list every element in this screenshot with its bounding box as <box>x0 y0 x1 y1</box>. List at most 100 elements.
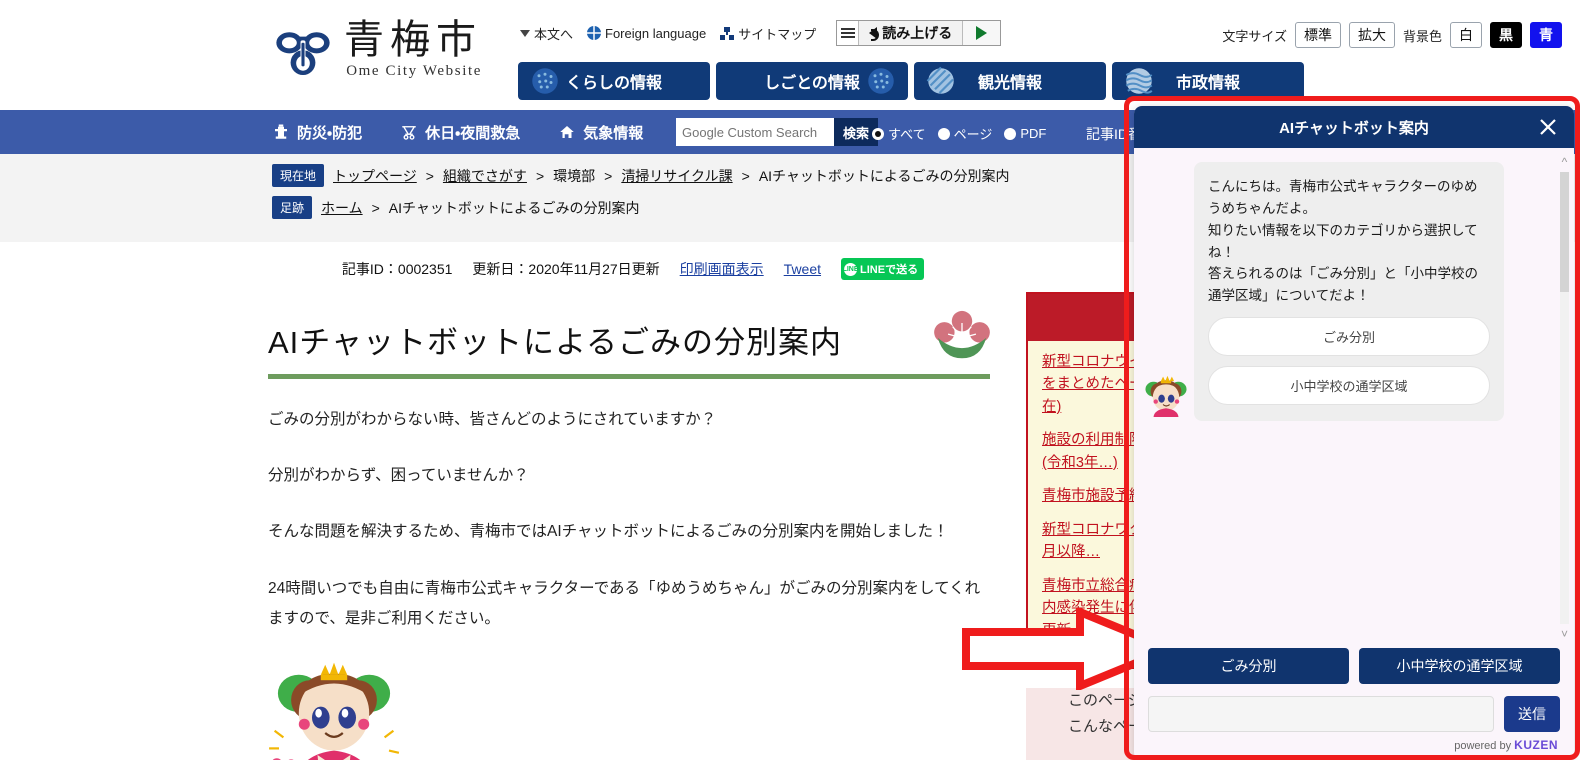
chatbot-text-input[interactable] <box>1148 696 1494 732</box>
site-header: 青梅市 Ome City Website 本文へ Foreign languag… <box>0 0 1580 110</box>
search-scope-all[interactable]: すべて <box>872 124 926 143</box>
chatbot-message-text: こんにちは。青梅市公式キャラクターのゆめうめちゃんだよ。 知りたい情報を以下のカ… <box>1208 179 1478 304</box>
logo-japanese: 青梅市 <box>344 16 482 62</box>
action-button-tsugaku[interactable]: 小中学校の通学区域 <box>1359 648 1560 684</box>
text-size-label: 文字サイズ <box>1222 28 1287 44</box>
site-search: 検索 <box>676 118 879 146</box>
page-root: 青梅市 Ome City Website 本文へ Foreign languag… <box>0 0 1580 760</box>
breadcrumb-link-top[interactable]: トップページ <box>333 166 417 186</box>
article-id: 記事ID：0002351 <box>341 261 453 277</box>
tweet-link[interactable]: Tweet <box>784 261 821 277</box>
speaker-icon <box>869 27 880 41</box>
bg-color-white-button[interactable]: 白 <box>1450 22 1482 48</box>
search-input[interactable] <box>676 118 834 146</box>
read-aloud-widget[interactable]: 読み上げる <box>836 20 1002 46</box>
waves-icon <box>1125 68 1153 94</box>
quick-reply-gomi[interactable]: ごみ分別 <box>1208 317 1490 357</box>
chatbot-bubble: こんにちは。青梅市公式キャラクターのゆめうめちゃんだよ。 知りたい情報を以下のカ… <box>1194 162 1504 422</box>
article-paragraph-2: 分別がわからず、困っていませんか？ <box>268 467 529 485</box>
plum-blossom-icon <box>934 310 990 359</box>
search-scope-page[interactable]: ページ <box>937 124 993 143</box>
bg-color-blue-button[interactable]: 青 <box>1530 22 1562 48</box>
site-logo[interactable]: 青梅市 Ome City Website <box>272 18 482 80</box>
sitemap-link[interactable]: サイトマップ <box>720 24 816 43</box>
global-nav-shisei[interactable]: 市政情報 <box>1112 62 1304 100</box>
sitemap-label: サイトマップ <box>738 26 817 42</box>
breadcrumb-separator: > <box>425 167 434 184</box>
triangle-down-icon <box>520 29 530 37</box>
read-aloud-play-button[interactable] <box>962 21 1001 45</box>
text-size-standard-button[interactable]: 標準 <box>1294 22 1341 48</box>
search-scope-radios: すべて ページ PDF <box>872 124 1046 143</box>
breadcrumb-history-page: AIチャットボットによるごみの分別案内 <box>388 199 640 216</box>
nav-item-kyukyu-label: 休日・夜間救急 <box>425 124 521 142</box>
close-icon[interactable] <box>1536 115 1560 139</box>
breadcrumb-current-tag: 現在地 <box>272 164 325 187</box>
title-underline <box>268 374 990 379</box>
scrollbar-thumb[interactable] <box>1560 172 1569 292</box>
article-meta: 記事ID：0002351 更新日：2020年11月27日更新 印刷画面表示 Tw… <box>268 258 998 280</box>
nav-item-bosai[interactable]: 防災・防犯 <box>272 122 362 143</box>
breadcrumb-separator: > <box>535 167 545 184</box>
chatbot-header: AIチャットボット案内 <box>1134 106 1574 148</box>
article-paragraph-3: そんな問題を解決するため、青梅市ではAIチャットボットによるごみの分別案内を開始… <box>268 523 949 541</box>
foreign-language-link[interactable]: Foreign language <box>587 26 706 41</box>
nav-item-kyukyu[interactable]: 休日・夜間救急 <box>400 122 520 143</box>
yumeume-avatar-icon <box>1145 376 1187 418</box>
globe-icon <box>587 26 602 40</box>
play-icon <box>976 26 988 40</box>
article-updated: 更新日：2020年11月27日更新 <box>472 261 660 277</box>
breadcrumb-history-home[interactable]: ホーム <box>321 198 363 218</box>
display-preferences: 文字サイズ 標準 拡大 背景色 白 黒 青 <box>1222 22 1562 48</box>
search-scope-all-label: すべて <box>888 127 926 142</box>
skip-to-content-link[interactable]: 本文へ <box>520 24 573 43</box>
nav-item-kisho[interactable]: 気象情報 <box>558 122 643 143</box>
nav-item-bosai-label: 防災・防犯 <box>297 124 363 142</box>
quick-reply-tsugaku[interactable]: 小中学校の通学区域 <box>1208 366 1490 406</box>
chevron-down-icon[interactable]: ˅ <box>1557 626 1572 642</box>
powered-by: powered by KUZEN <box>1134 736 1574 760</box>
breadcrumb-link-section[interactable]: 清掃リサイクル課 <box>621 166 732 186</box>
line-icon: LINE <box>843 262 859 276</box>
global-nav-kurashi[interactable]: くらしの情報 <box>518 62 710 100</box>
powered-by-prefix: powered by <box>1454 740 1512 752</box>
radio-dot-icon <box>937 127 950 140</box>
utility-links: 本文へ Foreign language サイトマップ 読み上げる <box>520 20 1002 46</box>
chevron-up-icon[interactable]: ^ <box>1557 154 1572 170</box>
breadcrumb-text-dept: 環境部 <box>553 167 596 184</box>
global-nav-kanko[interactable]: 観光情報 <box>914 62 1106 100</box>
breadcrumb-text-page: AIチャットボットによるごみの分別案内 <box>758 167 1010 184</box>
powered-by-brand: KUZEN <box>1514 738 1558 752</box>
chatbot-panel: AIチャットボット案内 こんにちは。青梅市公式キャラクターのゆめうめちゃんだよ。… <box>1134 106 1574 760</box>
chatbot-scrollbar[interactable]: ^ ˅ <box>1557 154 1572 642</box>
article-paragraph-4: 24時間いつでも自由に青梅市公式キャラクターである「ゆめうめちゃん」がごみの分別… <box>268 579 981 627</box>
logo-english: Ome City Website <box>346 62 482 79</box>
line-share-button[interactable]: LINE LINEで送る <box>841 258 925 280</box>
chatbot-send-button[interactable]: 送信 <box>1504 696 1560 732</box>
bg-color-black-button[interactable]: 黒 <box>1490 22 1522 48</box>
global-nav-shigoto-label: しごとの情報 <box>764 75 860 92</box>
nav-item-kisho-label: 気象情報 <box>583 124 644 142</box>
action-button-gomi[interactable]: ごみ分別 <box>1148 648 1349 684</box>
breadcrumb-separator: > <box>371 199 380 216</box>
stretcher-icon <box>402 126 416 140</box>
breadcrumb-link-org[interactable]: 組織でさがす <box>443 166 527 186</box>
weather-house-icon <box>560 126 574 138</box>
search-scope-page-label: ページ <box>953 127 993 142</box>
breadcrumb-separator: > <box>741 167 750 184</box>
dots-pattern-icon <box>532 68 558 94</box>
stripes-icon <box>926 66 954 94</box>
line-share-label: LINEで送る <box>860 264 919 276</box>
global-nav-shigoto[interactable]: しごとの情報 <box>716 62 908 100</box>
yumeume-mascot-image <box>269 662 400 760</box>
text-size-large-button[interactable]: 拡大 <box>1348 22 1395 48</box>
read-aloud-button[interactable]: 読み上げる <box>859 21 962 45</box>
search-scope-pdf[interactable]: PDF <box>1004 126 1046 141</box>
page-title: AIチャットボットによるごみの分別案内 <box>268 325 843 360</box>
search-scope-pdf-label: PDF <box>1020 126 1047 141</box>
hydrant-icon <box>275 124 287 139</box>
lines-icon[interactable] <box>837 21 860 45</box>
bg-color-label: 背景色 <box>1402 28 1442 44</box>
print-view-link[interactable]: 印刷画面表示 <box>680 259 764 279</box>
global-nav-kanko-label: 観光情報 <box>977 75 1042 92</box>
